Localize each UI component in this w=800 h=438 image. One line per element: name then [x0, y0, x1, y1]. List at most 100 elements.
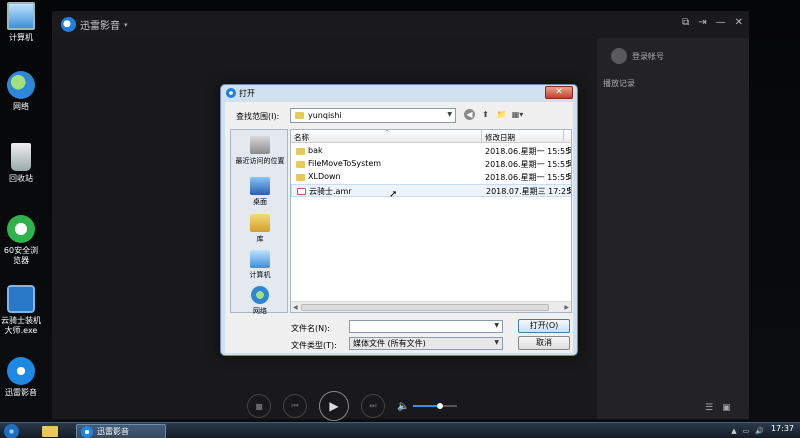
chevron-down-icon: ▾ [124, 20, 128, 29]
network-tray-icon[interactable]: ▭ [743, 427, 750, 435]
history-title: 播放记录 [603, 79, 635, 88]
column-date[interactable]: 修改日期 [485, 132, 515, 143]
file-name: 云骑士.amr [309, 187, 352, 196]
avatar-icon [611, 48, 627, 64]
place-label: 计算机 [249, 271, 271, 279]
file-name: FileMoveToSystem [308, 159, 382, 168]
file-column-truncated: 5 [567, 146, 572, 155]
chevron-down-icon: ▼ [494, 339, 499, 346]
list-icon[interactable]: ☰ [705, 403, 713, 413]
place-desktop[interactable]: 桌面 [231, 177, 289, 207]
volume-knob[interactable] [436, 403, 443, 409]
file-column-truncated: 5 [567, 172, 572, 181]
column-name[interactable]: 名称 [294, 132, 309, 143]
file-list: 名称 ^ 修改日期 bak 2018.06.星期一 15:55 5 FileMo… [290, 129, 572, 313]
taskbar-player[interactable]: 迅雷影音 [76, 424, 166, 438]
look-in-value: yunqishi [308, 111, 342, 120]
mini-mode-icon[interactable]: ⧉ [682, 17, 689, 28]
place-label: 桌面 [253, 198, 267, 206]
recycle-bin-icon [11, 143, 31, 171]
view-menu-icon[interactable]: ▦▾ [512, 109, 524, 120]
column-separator[interactable] [481, 130, 482, 143]
window-controls: ⧉ ⇥ — ✕ [682, 17, 743, 28]
desktop-icon-computer[interactable]: 计算机 [0, 2, 42, 43]
playlist-tools: ☰ ▣ [705, 403, 731, 413]
file-date: 2018.06.星期一 15:55 [485, 173, 571, 182]
file-row[interactable]: 云骑士.amr 2018.07.星期三 17:25 5 [291, 184, 572, 197]
desktop-icon [250, 177, 270, 195]
file-row[interactable]: FileMoveToSystem 2018.06.星期一 15:55 5 [291, 158, 572, 171]
chevron-down-icon[interactable]: ▼ [494, 322, 499, 329]
file-row[interactable]: XLDown 2018.06.星期一 15:55 5 [291, 171, 572, 184]
folder-icon [296, 148, 305, 155]
file-column-truncated: 5 [567, 159, 572, 168]
dialog-close-button[interactable]: ✕ [545, 86, 573, 99]
pin-icon[interactable]: ⇥ [698, 17, 706, 28]
volume-slider[interactable] [413, 403, 458, 409]
system-tray: ▲ ▭ 🔊 [731, 427, 764, 435]
desktop-icon-label: 计算机 [9, 33, 33, 42]
place-libraries[interactable]: 库 [231, 214, 289, 244]
dialog-body: 查找范围(I): yunqishi ▼ ◀ ⬆ 📁 ▦▾ 最近访问的位置 桌面 … [225, 102, 573, 353]
computer-icon [250, 250, 270, 268]
taskbar-explorer[interactable] [38, 424, 66, 438]
look-in-select[interactable]: yunqishi ▼ [290, 108, 456, 123]
desktop-icon-label: 60安全浏览器 [3, 246, 39, 265]
computer-icon [7, 2, 35, 30]
folder-icon [296, 161, 305, 168]
place-label: 最近访问的位置 [235, 157, 285, 165]
volume-tray-icon[interactable]: 🔊 [755, 427, 764, 435]
previous-button[interactable]: ⏮ [283, 394, 307, 418]
volume-control: 🔈 [397, 401, 458, 412]
filetype-select[interactable]: 媒体文件 (所有文件) ▼ [349, 337, 503, 350]
file-date: 2018.07.星期三 17:25 [486, 187, 572, 196]
scroll-thumb[interactable] [301, 304, 549, 311]
dialog-toolbar: ◀ ⬆ 📁 ▦▾ [464, 109, 523, 120]
open-file-dialog: 打开 ✕ 查找范围(I): yunqishi ▼ ◀ ⬆ 📁 ▦▾ 最近访问的位… [220, 84, 578, 356]
filename-input[interactable]: ▼ [349, 320, 503, 333]
cancel-button[interactable]: 取消 [518, 336, 570, 350]
column-separator[interactable] [563, 130, 564, 143]
place-label: 网络 [253, 307, 267, 315]
player-icon [7, 357, 35, 385]
up-folder-icon[interactable]: ⬆ [480, 109, 491, 120]
desktop-icon-recycle-bin[interactable]: 回收站 [0, 143, 42, 184]
chevron-down-icon: ▼ [447, 111, 452, 118]
back-icon[interactable]: ◀ [464, 109, 475, 120]
taskbar-player-label: 迅雷影音 [97, 427, 129, 436]
player-titlebar[interactable]: 迅雷影音 ▾ ⧉ ⇥ — ✕ [52, 11, 749, 38]
new-folder-icon[interactable]: 📁 [496, 109, 507, 120]
clock[interactable]: 17:37 [771, 424, 794, 433]
place-computer[interactable]: 计算机 [231, 250, 289, 280]
folder-icon[interactable]: ▣ [722, 403, 731, 413]
dialog-titlebar[interactable]: 打开 ✕ [221, 85, 577, 102]
desktop-icon-label: 迅雷影音 [5, 388, 37, 397]
file-name: bak [308, 146, 323, 155]
stop-button[interactable]: ■ [247, 394, 271, 418]
scroll-right-icon[interactable]: ▶ [564, 304, 569, 311]
desktop-icon-installer[interactable]: 云骑士装机大师.exe [0, 285, 42, 336]
minimize-icon[interactable]: — [716, 17, 726, 28]
volume-icon[interactable]: 🔈 [397, 401, 409, 412]
desktop-icon-network[interactable]: 网络 [0, 71, 42, 112]
sort-arrow-icon: ^ [385, 130, 390, 136]
player-menu[interactable]: 迅雷影音 ▾ [61, 17, 128, 32]
start-button[interactable] [4, 424, 19, 438]
folder-icon [296, 174, 305, 181]
browser-icon [7, 215, 35, 243]
desktop-icon-player[interactable]: 迅雷影音 [0, 357, 42, 398]
open-button[interactable]: 打开(O) [518, 319, 570, 333]
place-network[interactable]: 网络 [231, 286, 289, 316]
scroll-left-icon[interactable]: ◀ [293, 304, 298, 311]
network-icon [251, 286, 269, 304]
file-row[interactable]: bak 2018.06.星期一 15:55 5 [291, 145, 572, 158]
horizontal-scrollbar[interactable]: ◀ ▶ [291, 301, 571, 312]
next-button[interactable]: ⏭ [361, 394, 385, 418]
desktop-icon-browser[interactable]: 60安全浏览器 [0, 215, 42, 266]
place-recent[interactable]: 最近访问的位置 [231, 136, 289, 166]
desktop-icon-label: 回收站 [9, 174, 33, 183]
tray-expand-icon[interactable]: ▲ [731, 427, 736, 435]
login-button[interactable]: 登录帐号 [611, 48, 664, 64]
play-button[interactable]: ▶ [319, 391, 349, 421]
close-icon[interactable]: ✕ [735, 17, 743, 28]
